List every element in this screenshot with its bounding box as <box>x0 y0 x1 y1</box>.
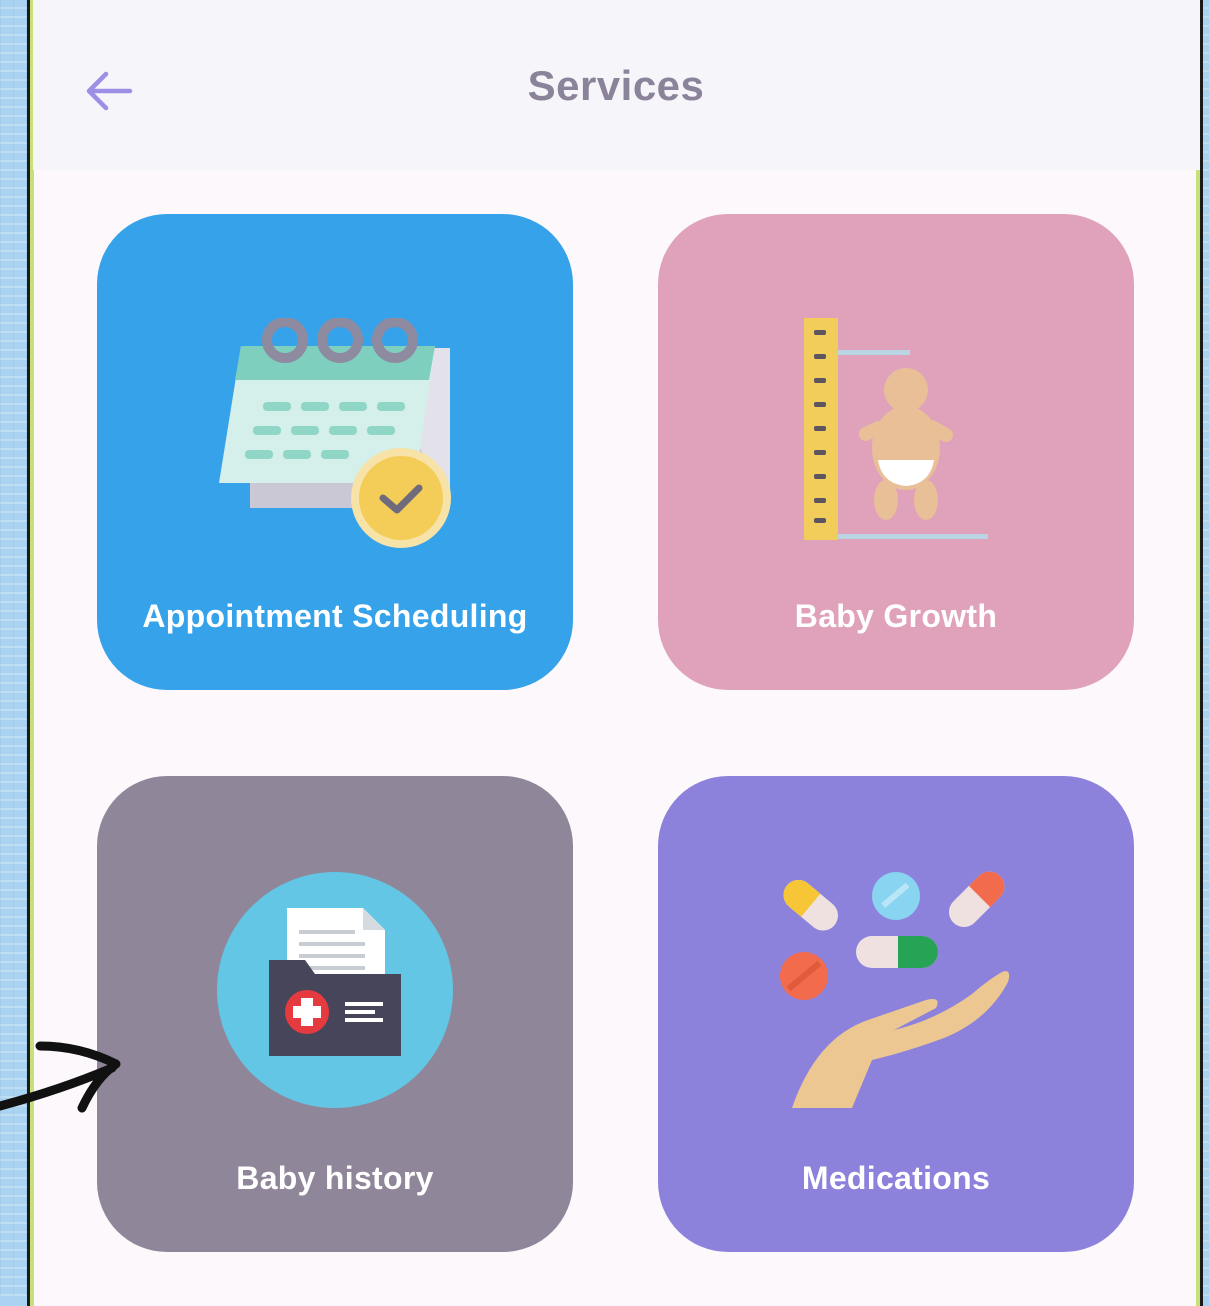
medications-card[interactable]: Medications <box>658 776 1134 1252</box>
baby-height-ruler-icon <box>804 318 988 540</box>
baby-history-card[interactable]: Baby history <box>97 776 573 1252</box>
service-label: Baby Growth <box>794 598 998 634</box>
back-button[interactable] <box>78 60 140 122</box>
medical-folder-icon <box>217 872 453 1108</box>
baby-growth-card[interactable]: Baby Growth <box>658 214 1134 690</box>
arrow-left-icon <box>86 71 133 111</box>
calendar-clock-icon <box>219 318 451 548</box>
appointment-scheduling-card[interactable]: Appointment Scheduling <box>97 214 573 690</box>
service-label: Medications <box>801 1160 991 1196</box>
service-label: Appointment Scheduling <box>142 598 528 634</box>
pills-hand-icon <box>780 871 1010 1108</box>
page-title: Services <box>527 62 705 109</box>
pointer-arrow-annotation <box>0 1041 121 1113</box>
service-label: Baby history <box>236 1160 434 1196</box>
